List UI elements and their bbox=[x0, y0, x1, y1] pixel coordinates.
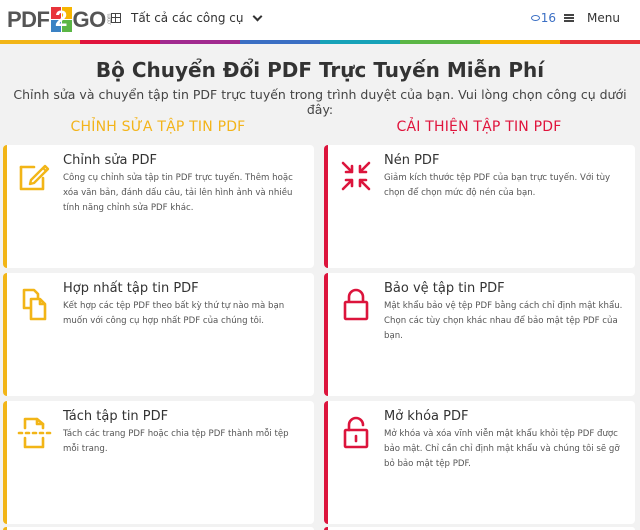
tool-card-merge-pdf[interactable]: Hợp nhất tập tin PDF Kết hợp các tệp PDF… bbox=[3, 273, 314, 396]
card-description: Mật khẩu bảo vệ tệp PDF bằng cách chỉ đị… bbox=[384, 301, 623, 341]
card-title: Tách tập tin PDF bbox=[63, 409, 169, 424]
rainbow-segment bbox=[80, 40, 160, 44]
rainbow-segment bbox=[560, 40, 640, 44]
card-description: Công cụ chỉnh sửa tập tin PDF trực tuyến… bbox=[63, 173, 293, 213]
page-title: Bộ Chuyển Đổi PDF Trực Tuyến Miễn Phí bbox=[95, 58, 545, 82]
split-icon bbox=[17, 417, 52, 449]
menu-button[interactable]: Menu bbox=[587, 11, 620, 25]
all-tools-dropdown[interactable]: Tất cả các công cụ bbox=[111, 11, 262, 25]
chevron-down-icon bbox=[252, 11, 262, 21]
tool-card-unlock-pdf[interactable]: Mở khóa PDF Mở khóa và xóa vĩnh viễn mật… bbox=[324, 401, 635, 524]
logo-two-badge: 2 bbox=[50, 6, 72, 33]
credits-counter[interactable]: 16 bbox=[530, 11, 557, 25]
tool-card-protect-pdf[interactable]: Bảo vệ tập tin PDF Mật khẩu bảo vệ tệp P… bbox=[324, 273, 635, 396]
credits-count: 16 bbox=[540, 11, 557, 25]
all-tools-label: Tất cả các công cụ bbox=[131, 11, 244, 25]
card-description: Giảm kích thước tệp PDF của bạn trực tuy… bbox=[384, 173, 611, 198]
page-subtitle: Chỉnh sửa và chuyển tập tin PDF trực tuy… bbox=[13, 87, 627, 117]
card-title: Chỉnh sửa PDF bbox=[63, 153, 157, 168]
lock-icon bbox=[343, 288, 369, 321]
rainbow-segment bbox=[160, 40, 240, 44]
card-title: Nén PDF bbox=[384, 153, 440, 168]
grid-icon bbox=[111, 13, 121, 23]
rainbow-segment bbox=[320, 40, 400, 44]
right-nav: 16 Menu bbox=[530, 11, 620, 25]
rainbow-segment bbox=[240, 40, 320, 44]
unlock-icon bbox=[343, 416, 369, 449]
improve-pdf-heading: CẢI THIỆN TẬP TIN PDF bbox=[396, 119, 562, 135]
rainbow-segment bbox=[480, 40, 560, 44]
card-title: Mở khóa PDF bbox=[384, 409, 469, 424]
card-title: Bảo vệ tập tin PDF bbox=[384, 281, 505, 296]
merge-icon bbox=[22, 288, 47, 321]
coin-icon bbox=[530, 15, 540, 21]
site-logo[interactable]: PDF 2 GO .com bbox=[7, 6, 113, 34]
logo-text-pdf: PDF bbox=[7, 7, 50, 32]
tool-card-split-pdf[interactable]: Tách tập tin PDF Tách các trang PDF hoặc… bbox=[3, 401, 314, 524]
card-description: Kết hợp các tệp PDF theo bất kỳ thứ tự n… bbox=[63, 301, 285, 326]
tool-card-compress-pdf[interactable]: Nén PDF Giảm kích thước tệp PDF của bạn … bbox=[324, 145, 635, 268]
card-description: Tách các trang PDF hoặc chia tệp PDF thà… bbox=[63, 429, 289, 454]
edit-icon bbox=[19, 164, 50, 191]
logo-text-go: GO bbox=[72, 7, 107, 32]
top-header: PDF 2 GO .com Tất cả các công cụ 16 Menu bbox=[0, 0, 640, 40]
card-description: Mở khóa và xóa vĩnh viễn mật khẩu khỏi t… bbox=[384, 429, 620, 469]
logo-digit: 2 bbox=[55, 6, 67, 31]
hamburger-icon[interactable] bbox=[564, 14, 575, 22]
edit-pdf-heading: CHỈNH SỬA TẬP TIN PDF bbox=[70, 119, 246, 135]
compress-icon bbox=[341, 161, 371, 191]
rainbow-segment bbox=[0, 40, 80, 44]
card-title: Hợp nhất tập tin PDF bbox=[63, 281, 199, 296]
tool-card-edit-pdf[interactable]: Chỉnh sửa PDF Công cụ chỉnh sửa tập tin … bbox=[3, 145, 314, 268]
rainbow-segment bbox=[400, 40, 480, 44]
rainbow-divider bbox=[0, 40, 640, 44]
